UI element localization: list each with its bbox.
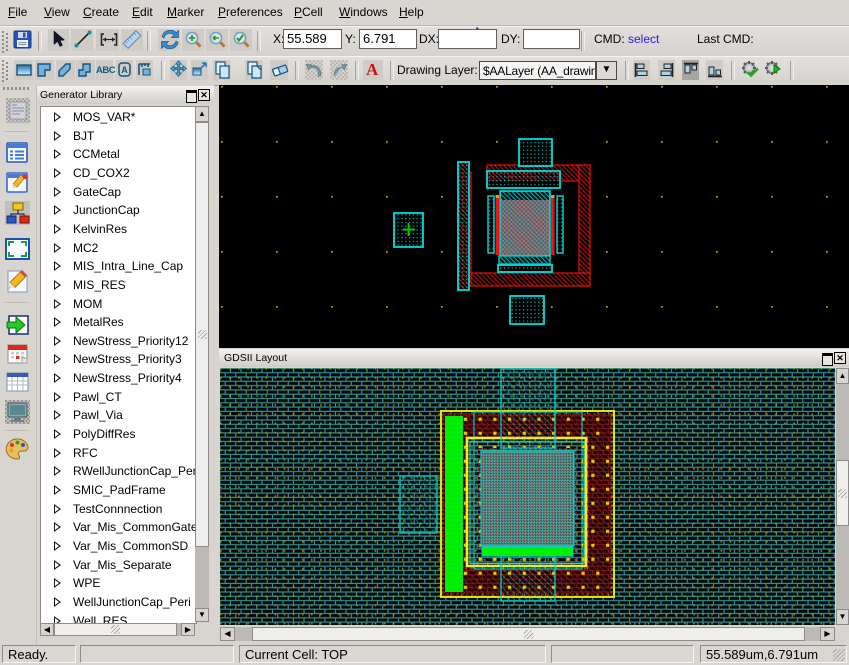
svg-text:A: A: [121, 65, 128, 75]
